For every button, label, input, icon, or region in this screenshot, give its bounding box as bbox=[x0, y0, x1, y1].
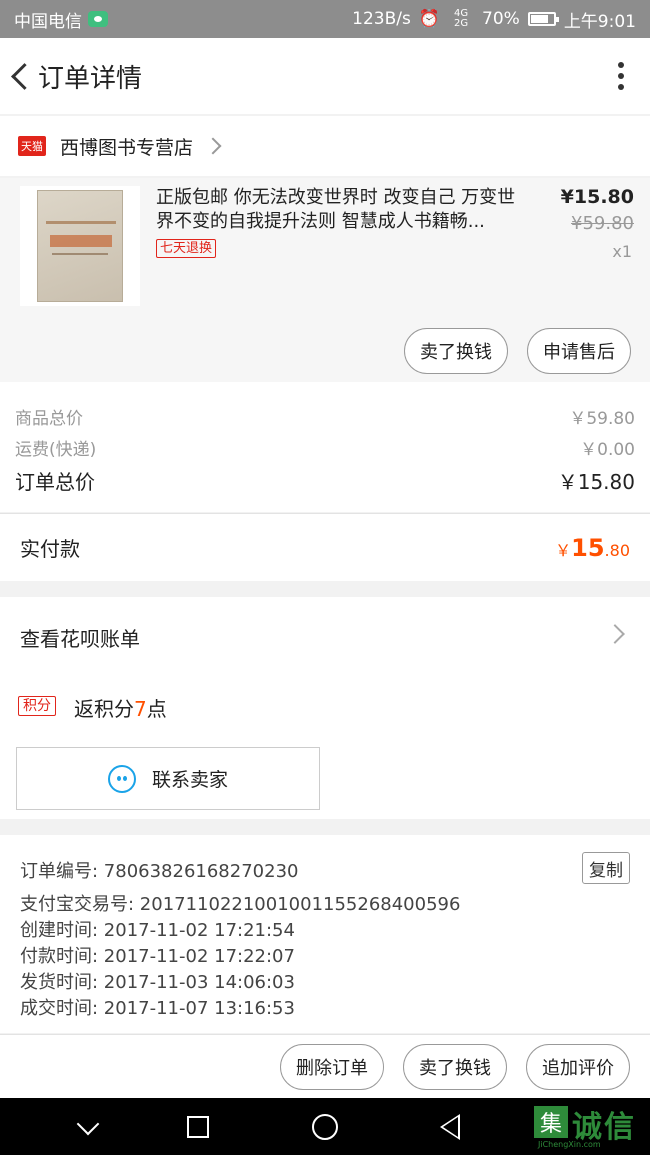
eye-icon bbox=[88, 11, 108, 27]
huabei-bill-link[interactable]: 查看花呗账单 bbox=[20, 623, 140, 652]
return-badge: 七天退换 bbox=[156, 239, 217, 258]
paid-time: 付款时间: 2017-11-02 17:22:07 bbox=[20, 946, 295, 967]
points-rebate: 返积分7点 bbox=[74, 693, 167, 722]
wangwang-chat-icon bbox=[107, 764, 136, 793]
system-nav-bar: 集 诚信 JiChengXin.com bbox=[0, 1098, 650, 1155]
carrier: 中国电信 bbox=[14, 7, 108, 32]
payment-decimal: .80 bbox=[604, 540, 630, 560]
copy-button[interactable]: 复制 bbox=[582, 852, 630, 884]
battery-icon bbox=[527, 12, 559, 26]
carrier-name: 中国电信 bbox=[14, 11, 82, 32]
watermark-logo: 集 诚信 JiChengXin.com bbox=[534, 1104, 646, 1150]
product-price: ¥15.80 bbox=[560, 186, 634, 208]
status-bar: 中国电信 123B/s ⏰ 4G 2G 70% 上午9:01 bbox=[0, 0, 650, 38]
back-icon[interactable] bbox=[6, 56, 34, 96]
network-speed: 123B/s bbox=[352, 9, 411, 29]
order-total-value: ￥15.80 bbox=[557, 470, 635, 494]
shop-row[interactable]: 天猫 西博图书专营店 bbox=[0, 116, 650, 176]
points-suffix: 点 bbox=[146, 697, 167, 721]
original-price: ¥59.80 bbox=[571, 213, 634, 234]
extras-section: 查看花呗账单 积分 返积分7点 联系卖家 bbox=[0, 597, 650, 819]
alarm-icon: ⏰ bbox=[418, 9, 441, 29]
order-total-label: 订单总价 bbox=[15, 470, 95, 494]
product-card[interactable]: 正版包邮 你无法改变世界时 改变自己 万变世界不变的自我提升法则 智慧成人书籍畅… bbox=[0, 178, 650, 382]
page-title: 订单详情 bbox=[38, 63, 143, 94]
sell-for-cash-button[interactable]: 卖了换钱 bbox=[404, 328, 508, 374]
title-bar: 订单详情 bbox=[0, 38, 650, 114]
shipping-value: ￥0.00 bbox=[580, 440, 635, 460]
watermark-url: JiChengXin.com bbox=[538, 1140, 601, 1149]
status-right: 123B/s ⏰ 4G 2G 70% 上午9:01 bbox=[352, 7, 636, 32]
battery-percent: 70% bbox=[482, 9, 520, 29]
more-icon[interactable] bbox=[618, 62, 624, 90]
action-bar: 删除订单 卖了换钱 追加评价 bbox=[0, 1034, 650, 1098]
tmall-icon: 天猫 bbox=[18, 136, 46, 156]
product-quantity: x1 bbox=[612, 242, 632, 261]
network-type: 4G 2G bbox=[453, 8, 469, 29]
actual-payment-row: 实付款 ￥15.80 bbox=[0, 513, 650, 581]
points-prefix: 返积分 bbox=[74, 697, 134, 721]
points-badge: 积分 bbox=[18, 696, 56, 716]
alipay-number: 支付宝交易号: 2017110221001001155268400596 bbox=[20, 894, 461, 915]
clock: 上午9:01 bbox=[563, 11, 636, 32]
contact-seller-label: 联系卖家 bbox=[151, 769, 228, 791]
order-total-row: 订单总价 ￥15.80 bbox=[15, 466, 635, 495]
after-sales-button[interactable]: 申请售后 bbox=[527, 328, 631, 374]
contact-seller-button[interactable]: 联系卖家 bbox=[16, 747, 320, 810]
sell-for-cash-button[interactable]: 卖了换钱 bbox=[403, 1044, 507, 1090]
shipping-row: 运费(快递) ￥0.00 bbox=[15, 435, 635, 460]
product-image[interactable] bbox=[20, 186, 140, 306]
goods-total-value: ￥59.80 bbox=[569, 409, 635, 429]
shipped-time: 发货时间: 2017-11-03 14:06:03 bbox=[20, 972, 295, 993]
points-value: 7 bbox=[134, 697, 147, 721]
payment-currency: ￥ bbox=[555, 540, 572, 560]
nav-recents-icon[interactable] bbox=[187, 1116, 209, 1138]
order-number: 订单编号: 78063826168270230 bbox=[20, 861, 299, 882]
add-review-button[interactable]: 追加评价 bbox=[526, 1044, 630, 1090]
nav-home-icon[interactable] bbox=[312, 1114, 338, 1140]
nav-hide-icon[interactable] bbox=[76, 1112, 100, 1136]
book-cover-icon bbox=[37, 190, 123, 302]
actual-payment-amount: ￥15.80 bbox=[555, 534, 630, 562]
order-info: 订单编号: 78063826168270230 复制 支付宝交易号: 20171… bbox=[0, 835, 650, 1033]
watermark-box: 集 bbox=[534, 1106, 568, 1138]
completed-time: 成交时间: 2017-11-07 13:16:53 bbox=[20, 998, 295, 1019]
goods-total-row: 商品总价 ￥59.80 bbox=[15, 404, 635, 429]
shipping-label: 运费(快递) bbox=[15, 440, 97, 460]
price-summary: 商品总价 ￥59.80 运费(快递) ￥0.00 订单总价 ￥15.80 bbox=[0, 382, 650, 512]
chevron-right-icon bbox=[204, 137, 222, 155]
payment-integer: 15 bbox=[571, 533, 605, 562]
product-title[interactable]: 正版包邮 你无法改变世界时 改变自己 万变世界不变的自我提升法则 智慧成人书籍畅… bbox=[156, 186, 526, 234]
actual-payment-label: 实付款 bbox=[20, 537, 80, 561]
delete-order-button[interactable]: 删除订单 bbox=[280, 1044, 384, 1090]
created-time: 创建时间: 2017-11-02 17:21:54 bbox=[20, 920, 295, 941]
nav-back-icon[interactable] bbox=[440, 1114, 460, 1140]
shop-name: 西博图书专营店 bbox=[60, 136, 194, 159]
chevron-right-icon bbox=[605, 624, 625, 644]
goods-total-label: 商品总价 bbox=[15, 409, 83, 429]
